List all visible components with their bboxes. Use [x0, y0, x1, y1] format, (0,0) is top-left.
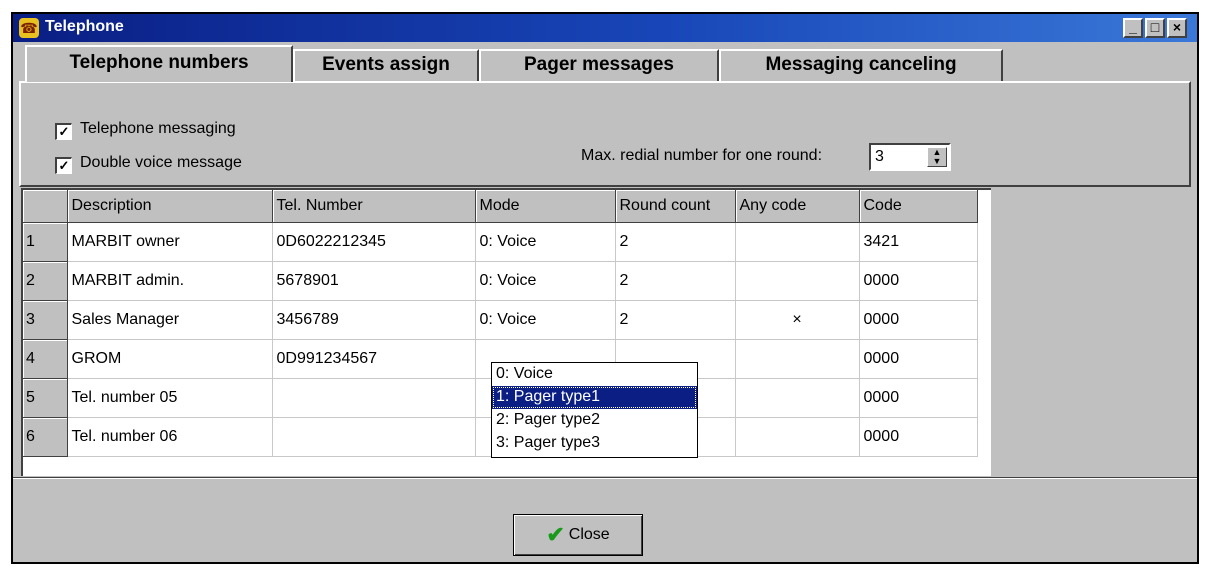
tel-number-cell[interactable]: 0D6022212345	[272, 222, 476, 262]
any-code-cell[interactable]	[735, 222, 860, 262]
telephone-icon: ☎	[19, 18, 39, 38]
any-code-cell[interactable]	[735, 339, 860, 379]
mode-cell[interactable]: 0: Voice	[475, 222, 616, 262]
tab-messaging-canceling[interactable]: Messaging canceling	[719, 49, 1003, 81]
close-button-label: Close	[568, 526, 610, 543]
double-voice-message-option[interactable]: ✓ Double voice message	[55, 154, 242, 174]
row-number[interactable]: 4	[23, 339, 68, 379]
description-cell[interactable]: GROM	[67, 339, 273, 379]
round-count-cell[interactable]: 2	[615, 300, 736, 340]
table-row[interactable]: 3 Sales Manager 3456789 0: Voice 2 × 000…	[23, 300, 978, 340]
description-cell[interactable]: MARBIT owner	[67, 222, 273, 262]
grid-header-row: Description Tel. Number Mode Round count…	[23, 190, 978, 223]
minimize-button[interactable]: _	[1123, 18, 1143, 38]
window-title: Telephone	[45, 18, 124, 35]
column-header[interactable]: Any code	[735, 190, 860, 223]
corner-cell	[23, 190, 68, 223]
mode-option[interactable]: 3: Pager type3	[492, 432, 697, 455]
tab-telephone-numbers[interactable]: Telephone numbers	[25, 45, 293, 82]
tel-number-cell[interactable]: 0D991234567	[272, 339, 476, 379]
mode-cell[interactable]: 0: Voice	[475, 261, 616, 301]
tel-number-cell[interactable]: 3456789	[272, 300, 476, 340]
row-number[interactable]: 5	[23, 378, 68, 418]
checkmark-icon: ✔	[546, 522, 565, 547]
max-redial-label: Max. redial number for one round:	[581, 147, 823, 164]
double-voice-message-checkbox[interactable]: ✓	[55, 157, 72, 174]
close-window-button[interactable]: ×	[1167, 18, 1187, 38]
title-bar[interactable]: ☎ Telephone _ □ ×	[13, 14, 1197, 42]
max-redial-value[interactable]: 3	[875, 148, 884, 166]
telephone-window: ☎ Telephone _ □ × Telephone numbers Even…	[11, 12, 1199, 564]
description-cell[interactable]: Sales Manager	[67, 300, 273, 340]
double-voice-message-label: Double voice message	[80, 154, 242, 171]
code-cell[interactable]: 0000	[859, 417, 978, 457]
description-cell[interactable]: Tel. number 06	[67, 417, 273, 457]
mode-option[interactable]: 2: Pager type2	[492, 409, 697, 432]
row-number[interactable]: 6	[23, 417, 68, 457]
row-number[interactable]: 1	[23, 222, 68, 262]
telephone-messaging-label: Telephone messaging	[80, 120, 236, 137]
telephone-messaging-option[interactable]: ✓ Telephone messaging	[55, 120, 236, 140]
tel-number-cell[interactable]	[272, 417, 476, 457]
description-cell[interactable]: Tel. number 05	[67, 378, 273, 418]
close-button[interactable]: ✔ Close	[513, 514, 643, 556]
tel-number-cell[interactable]: 5678901	[272, 261, 476, 301]
description-cell[interactable]: MARBIT admin.	[67, 261, 273, 301]
tel-number-cell[interactable]	[272, 378, 476, 418]
code-cell[interactable]: 0000	[859, 300, 978, 340]
divider	[13, 477, 1197, 479]
tab-pager-messages[interactable]: Pager messages	[479, 49, 719, 81]
column-header[interactable]: Code	[859, 190, 978, 223]
table-row[interactable]: 2 MARBIT admin. 5678901 0: Voice 2 0000	[23, 261, 978, 301]
tab-events-assign[interactable]: Events assign	[293, 49, 479, 81]
column-header[interactable]: Mode	[475, 190, 616, 223]
telephone-messaging-checkbox[interactable]: ✓	[55, 123, 72, 140]
spinner-arrows-icon[interactable]: ▲ ▼	[927, 147, 947, 167]
maximize-button[interactable]: □	[1145, 18, 1165, 38]
mode-cell[interactable]: 0: Voice	[475, 300, 616, 340]
any-code-cell[interactable]: ×	[735, 300, 860, 340]
max-redial-spinner[interactable]: 3 ▲ ▼	[869, 143, 951, 171]
any-code-cell[interactable]	[735, 261, 860, 301]
column-header[interactable]: Tel. Number	[272, 190, 476, 223]
row-number[interactable]: 3	[23, 300, 68, 340]
any-code-cell[interactable]	[735, 417, 860, 457]
mode-dropdown-list[interactable]: 0: Voice 1: Pager type1 2: Pager type2 3…	[491, 362, 698, 458]
code-cell[interactable]: 3421	[859, 222, 978, 262]
mode-option-selected[interactable]: 1: Pager type1	[492, 386, 697, 409]
column-header[interactable]: Description	[67, 190, 273, 223]
round-count-cell[interactable]: 2	[615, 261, 736, 301]
mode-option[interactable]: 0: Voice	[492, 363, 697, 386]
column-header[interactable]: Round count	[615, 190, 736, 223]
row-number[interactable]: 2	[23, 261, 68, 301]
code-cell[interactable]: 0000	[859, 261, 978, 301]
round-count-cell[interactable]: 2	[615, 222, 736, 262]
code-cell[interactable]: 0000	[859, 339, 978, 379]
table-row[interactable]: 1 MARBIT owner 0D6022212345 0: Voice 2 3…	[23, 222, 978, 262]
code-cell[interactable]: 0000	[859, 378, 978, 418]
any-code-cell[interactable]	[735, 378, 860, 418]
